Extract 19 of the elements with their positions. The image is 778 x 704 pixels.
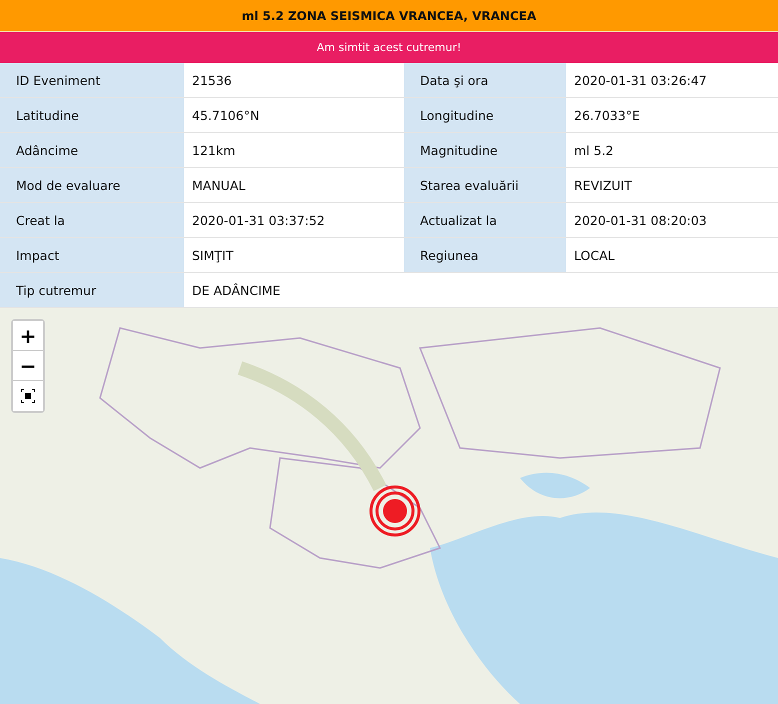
- field-label: Adâncime: [0, 133, 184, 168]
- zoom-in-button[interactable]: +: [13, 321, 43, 351]
- map-view[interactable]: + −: [0, 308, 778, 704]
- event-title: ml 5.2 ZONA SEISMICA VRANCEA, VRANCEA: [0, 0, 778, 32]
- field-label: Regiunea: [404, 238, 566, 273]
- field-label: Mod de evaluare: [0, 168, 184, 203]
- epicenter-marker-icon: [369, 485, 421, 537]
- field-label: Starea evaluării: [404, 168, 566, 203]
- field-label: Impact: [0, 238, 184, 273]
- fullscreen-icon: [21, 389, 35, 403]
- field-label: Longitudine: [404, 98, 566, 133]
- field-label: ID Eveniment: [0, 63, 184, 98]
- field-label: Data şi ora: [404, 63, 566, 98]
- field-label: Magnitudine: [404, 133, 566, 168]
- felt-earthquake-button[interactable]: Am simtit acest cutremur!: [0, 32, 778, 63]
- field-label: Creat la: [0, 203, 184, 238]
- field-label: Tip cutremur: [0, 273, 184, 308]
- field-label: Latitudine: [0, 98, 184, 133]
- field-label: Actualizat la: [404, 203, 566, 238]
